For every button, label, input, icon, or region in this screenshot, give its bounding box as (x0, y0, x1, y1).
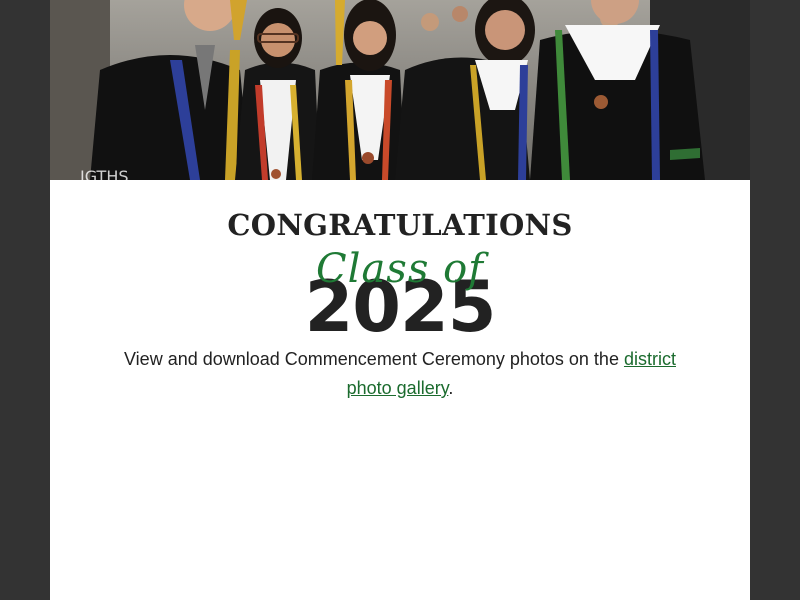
description-text: View and download Commencement Ceremony … (115, 345, 685, 403)
description-suffix: . (448, 378, 454, 398)
graduation-photo: IGTHS (50, 0, 750, 180)
class-of-block: Class of 2025 (50, 246, 750, 347)
description-prefix: View and download Commencement Ceremony … (124, 349, 624, 369)
announcement-content: CONGRATULATIONS Class of 2025 View and d… (50, 180, 750, 403)
class-of-script: Class of (316, 246, 484, 292)
email-card: IGTHS CONGRATULATIONS Class of 2025 View… (50, 0, 750, 600)
graduation-photo-image: IGTHS (50, 0, 750, 180)
congratulations-heading: CONGRATULATIONS (227, 208, 573, 242)
svg-text:IGTHS: IGTHS (80, 167, 129, 180)
